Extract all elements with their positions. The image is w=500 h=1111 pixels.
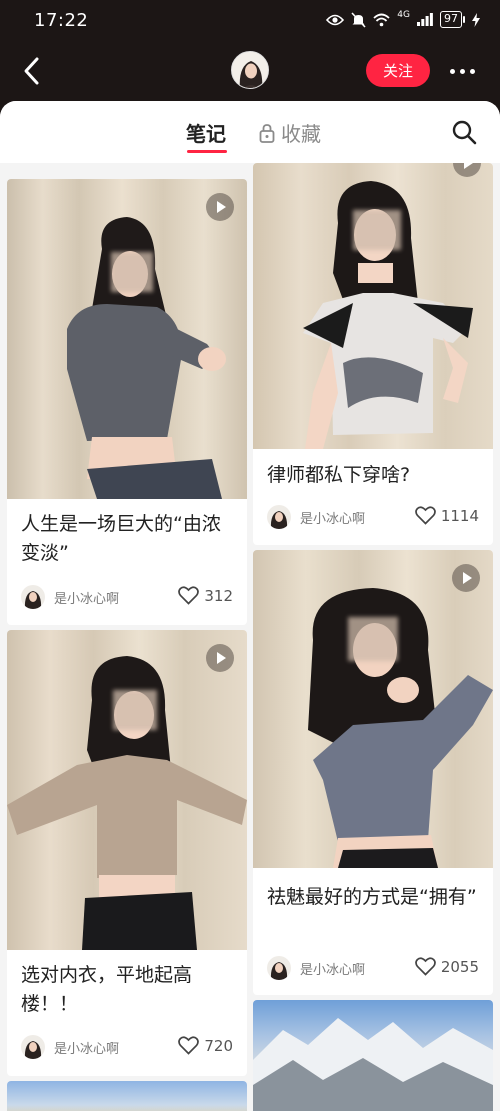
note-meta: 是小冰心啊 312: [21, 585, 233, 609]
note-card[interactable]: [7, 1081, 247, 1111]
video-play-icon: [206, 644, 234, 672]
note-meta: 是小冰心啊 2055: [267, 956, 479, 980]
author-name: 是小冰心啊: [300, 512, 366, 527]
author-name: 是小冰心啊: [54, 1042, 120, 1057]
note-cover-image: [253, 1000, 493, 1111]
mountain-scene: [253, 1018, 493, 1111]
author-avatar: [267, 956, 291, 980]
person-figure: [7, 656, 247, 950]
note-cover-image: [7, 1081, 247, 1111]
profile-notes-screen: 17:22 4G 97 关注 笔记 收藏 人生是一场巨大的“由浓变淡” 是小冰心…: [0, 0, 500, 1111]
like-button[interactable]: 720: [178, 1036, 233, 1055]
person-figure: [303, 181, 473, 449]
like-count: 312: [204, 586, 233, 605]
status-icons: 4G 97: [326, 9, 480, 28]
active-tab-indicator: [187, 150, 227, 153]
note-title: 人生是一场巨大的“由浓变淡”: [21, 513, 221, 564]
author-name: 是小冰心啊: [300, 963, 366, 978]
heart-icon: [178, 1036, 200, 1055]
like-button[interactable]: 312: [178, 586, 233, 605]
signal-icon: [417, 13, 433, 26]
user-avatar[interactable]: [231, 51, 269, 89]
profile-header: 关注: [0, 42, 500, 104]
like-button[interactable]: 2055: [414, 957, 479, 976]
note-cover-image: [253, 163, 493, 449]
wifi-icon: [373, 13, 390, 26]
person-figure: [67, 217, 226, 499]
charging-icon: [472, 12, 480, 27]
like-button[interactable]: 1114: [414, 506, 479, 525]
note-cover-image: [253, 550, 493, 868]
tab-bar: 笔记 收藏: [0, 101, 500, 163]
heart-icon: [178, 586, 200, 605]
note-card[interactable]: [253, 1000, 493, 1111]
mute-bell-icon: [351, 11, 366, 28]
tab-notes[interactable]: 笔记: [186, 118, 226, 147]
video-play-icon: [452, 564, 480, 592]
note-card[interactable]: 人生是一场巨大的“由浓变淡” 是小冰心啊 312: [7, 179, 247, 625]
note-cover-image: [7, 179, 247, 499]
note-title: 选对内衣，平地起高楼！！: [21, 964, 193, 1015]
note-title: 律师都私下穿啥?: [267, 464, 411, 486]
tab-favorites[interactable]: 收藏: [259, 118, 321, 147]
note-meta: 是小冰心啊 720: [21, 1035, 233, 1059]
status-bar: 17:22 4G 97: [0, 0, 500, 42]
note-card[interactable]: 祛魅最好的方式是“拥有” 是小冰心啊 2055: [253, 550, 493, 995]
like-count: 720: [204, 1036, 233, 1055]
note-meta: 是小冰心啊 1114: [267, 505, 479, 529]
author-avatar: [21, 1035, 45, 1059]
person-figure: [308, 588, 493, 868]
heart-icon: [414, 957, 436, 976]
heart-icon: [414, 506, 436, 525]
note-card[interactable]: 选对内衣，平地起高楼！！ 是小冰心啊 720: [7, 630, 247, 1076]
tab-favorites-label: 收藏: [281, 122, 321, 146]
like-count: 1114: [440, 506, 479, 525]
follow-button[interactable]: 关注: [366, 54, 430, 87]
note-card[interactable]: 律师都私下穿啥? 是小冰心啊 1114: [253, 163, 493, 545]
author-name: 是小冰心啊: [54, 592, 120, 607]
like-count: 2055: [440, 957, 479, 976]
author-avatar: [267, 505, 291, 529]
network-type: 4G: [397, 9, 410, 20]
status-time: 17:22: [34, 10, 89, 31]
lock-icon: [259, 123, 275, 143]
battery-level: 97: [440, 11, 462, 28]
note-cover-image: [7, 630, 247, 950]
eye-icon: [326, 14, 345, 25]
note-title: 祛魅最好的方式是“拥有”: [267, 886, 477, 908]
back-arrow-icon[interactable]: [20, 56, 46, 86]
battery-icon: 97: [440, 11, 465, 28]
video-play-icon: [206, 193, 234, 221]
search-icon[interactable]: [451, 119, 477, 145]
more-options-icon[interactable]: [450, 69, 475, 74]
content-sheet: 笔记 收藏 人生是一场巨大的“由浓变淡” 是小冰心啊 312 律师都私下穿啥? …: [0, 101, 500, 1111]
author-avatar: [21, 585, 45, 609]
